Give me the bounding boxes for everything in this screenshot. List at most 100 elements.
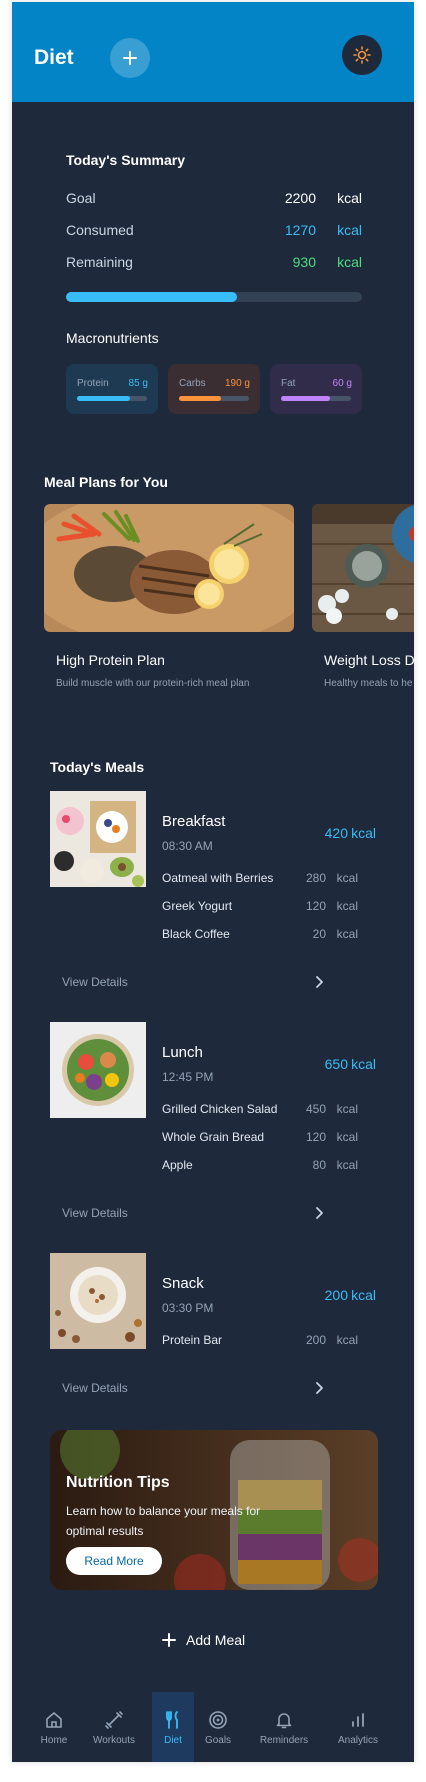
meal-calories-unit: kcal bbox=[351, 1287, 376, 1303]
macro-card-carbs: Carbs 190 g bbox=[168, 364, 260, 414]
add-meal-button[interactable]: Add Meal bbox=[162, 1632, 245, 1648]
macro-bar-fill bbox=[77, 396, 130, 401]
food-calories: 450 bbox=[305, 1102, 326, 1116]
meal-calories-unit: kcal bbox=[351, 825, 376, 841]
plus-icon bbox=[123, 51, 137, 65]
nav-item-analytics[interactable]: Analytics bbox=[328, 1692, 388, 1762]
summary-value: 1270 bbox=[284, 222, 316, 238]
summary-title: Today's Summary bbox=[66, 152, 185, 168]
macro-bar bbox=[77, 396, 147, 401]
summary-value: 2200 bbox=[284, 190, 316, 206]
food-calories-unit: kcal bbox=[336, 1158, 358, 1172]
meal-food-item: Oatmeal with Berries 280 kcal bbox=[162, 871, 358, 889]
meal-plan-image bbox=[312, 504, 414, 632]
meal-name: Breakfast bbox=[162, 813, 226, 830]
meal-time: 12:45 PM bbox=[162, 1070, 214, 1084]
macro-card-protein: Protein 85 g bbox=[66, 364, 158, 414]
add-meal-label: Add Meal bbox=[186, 1632, 246, 1648]
macro-bar-fill bbox=[281, 396, 330, 401]
macros-title: Macronutrients bbox=[66, 330, 159, 346]
summary-unit: kcal bbox=[337, 254, 362, 270]
meal-calories: 420 bbox=[324, 825, 348, 841]
meal-image bbox=[50, 1022, 146, 1118]
food-name: Grilled Chicken Salad bbox=[162, 1102, 278, 1116]
view-details-link[interactable]: View Details bbox=[62, 1381, 128, 1395]
food-name: Protein Bar bbox=[162, 1333, 223, 1347]
meal-food-item: Black Coffee 20 kcal bbox=[162, 927, 358, 945]
add-button[interactable] bbox=[110, 38, 150, 78]
calorie-progress-bar bbox=[66, 292, 362, 302]
utensils-icon bbox=[166, 1711, 178, 1729]
food-name: Whole Grain Bread bbox=[162, 1130, 265, 1144]
meal-plan-name: Weight Loss D bbox=[324, 652, 414, 668]
nav-item-reminders[interactable]: Reminders bbox=[254, 1692, 314, 1762]
macro-label: Carbs bbox=[179, 378, 206, 389]
meal-time: 08:30 AM bbox=[162, 839, 213, 853]
summary-row-goal: Goal 2200 kcal bbox=[66, 190, 362, 210]
calorie-progress-fill bbox=[66, 292, 237, 302]
nav-item-goals[interactable]: Goals bbox=[188, 1692, 248, 1762]
view-details-link[interactable]: View Details bbox=[62, 975, 128, 989]
macro-bar bbox=[179, 396, 249, 401]
macro-label: Protein bbox=[77, 378, 109, 389]
target-icon bbox=[209, 1711, 227, 1729]
nav-item-workouts[interactable]: Workouts bbox=[84, 1692, 144, 1762]
chevron-right-icon[interactable] bbox=[312, 975, 326, 989]
nav-label: Analytics bbox=[337, 1735, 378, 1746]
macro-bar bbox=[281, 396, 351, 401]
macro-value: 85 g bbox=[128, 378, 148, 389]
meal-name: Lunch bbox=[162, 1044, 203, 1061]
summary-label: Remaining bbox=[66, 254, 133, 270]
food-calories: 120 bbox=[305, 899, 326, 913]
chevron-right-icon[interactable] bbox=[312, 1381, 326, 1395]
read-more-button[interactable]: Read More bbox=[66, 1547, 162, 1575]
food-calories: 20 bbox=[312, 927, 326, 941]
meal-plan-image bbox=[44, 504, 294, 632]
macro-value: 60 g bbox=[332, 378, 352, 389]
nav-item-home[interactable]: Home bbox=[24, 1692, 84, 1762]
meal-image bbox=[50, 1253, 146, 1349]
meal-plan-description: Build muscle with our protein-rich meal … bbox=[56, 678, 250, 689]
food-calories: 280 bbox=[305, 871, 326, 885]
nav-label: Goals bbox=[204, 1735, 232, 1746]
chevron-right-icon[interactable] bbox=[312, 1206, 326, 1220]
macro-value: 190 g bbox=[224, 378, 250, 389]
bell-icon bbox=[276, 1713, 292, 1729]
summary-value: 930 bbox=[292, 254, 316, 270]
meal-plan-card[interactable]: Weight Loss D Healthy meals to he goals bbox=[312, 504, 414, 689]
meal-food-item: Whole Grain Bread 120 kcal bbox=[162, 1130, 358, 1148]
tips-text: Learn how to balance your meals for opti… bbox=[66, 1504, 261, 1538]
food-calories-unit: kcal bbox=[336, 899, 358, 913]
view-details-link[interactable]: View Details bbox=[62, 1206, 128, 1220]
food-calories-unit: kcal bbox=[336, 1333, 358, 1347]
home-icon bbox=[46, 1712, 62, 1728]
macro-bar-fill bbox=[179, 396, 221, 401]
chart-icon bbox=[352, 1713, 364, 1727]
meal-time: 03:30 PM bbox=[162, 1301, 214, 1315]
todays-meals-title: Today's Meals bbox=[50, 759, 145, 775]
food-name: Oatmeal with Berries bbox=[162, 871, 274, 885]
meal-food-item: Greek Yogurt 120 kcal bbox=[162, 899, 358, 917]
app-screen: Diet Today's Summary Goal 2200 kcal Cons… bbox=[12, 2, 414, 1762]
meal-calories-unit: kcal bbox=[351, 1056, 376, 1072]
food-calories-unit: kcal bbox=[336, 1130, 358, 1144]
meal-plans-title: Meal Plans for You bbox=[44, 474, 168, 490]
summary-row-remaining: Remaining 930 kcal bbox=[66, 254, 362, 274]
nav-label: Reminders bbox=[259, 1735, 309, 1746]
summary-unit: kcal bbox=[337, 190, 362, 206]
meal-plan-name: High Protein Plan bbox=[56, 652, 165, 668]
theme-toggle-button[interactable] bbox=[342, 35, 382, 75]
macro-label: Fat bbox=[281, 378, 296, 389]
tips-title: Nutrition Tips bbox=[66, 1474, 170, 1491]
bottom-nav: Home Workouts Diet Goals Reminders Analy… bbox=[12, 1692, 414, 1762]
meal-food-item: Grilled Chicken Salad 450 kcal bbox=[162, 1102, 358, 1120]
nav-label: Workouts bbox=[92, 1735, 136, 1746]
summary-row-consumed: Consumed 1270 kcal bbox=[66, 222, 362, 242]
nav-label: Home bbox=[40, 1735, 68, 1746]
summary-label: Goal bbox=[66, 190, 96, 206]
meal-food-item: Protein Bar 200 kcal bbox=[162, 1333, 358, 1351]
meal-food-item: Apple 80 kcal bbox=[162, 1158, 358, 1176]
nutrition-tips-banner: Nutrition Tips Learn how to balance your… bbox=[50, 1430, 378, 1590]
food-name: Apple bbox=[162, 1158, 193, 1172]
meal-plan-card[interactable]: High Protein Plan Build muscle with our … bbox=[44, 504, 294, 689]
